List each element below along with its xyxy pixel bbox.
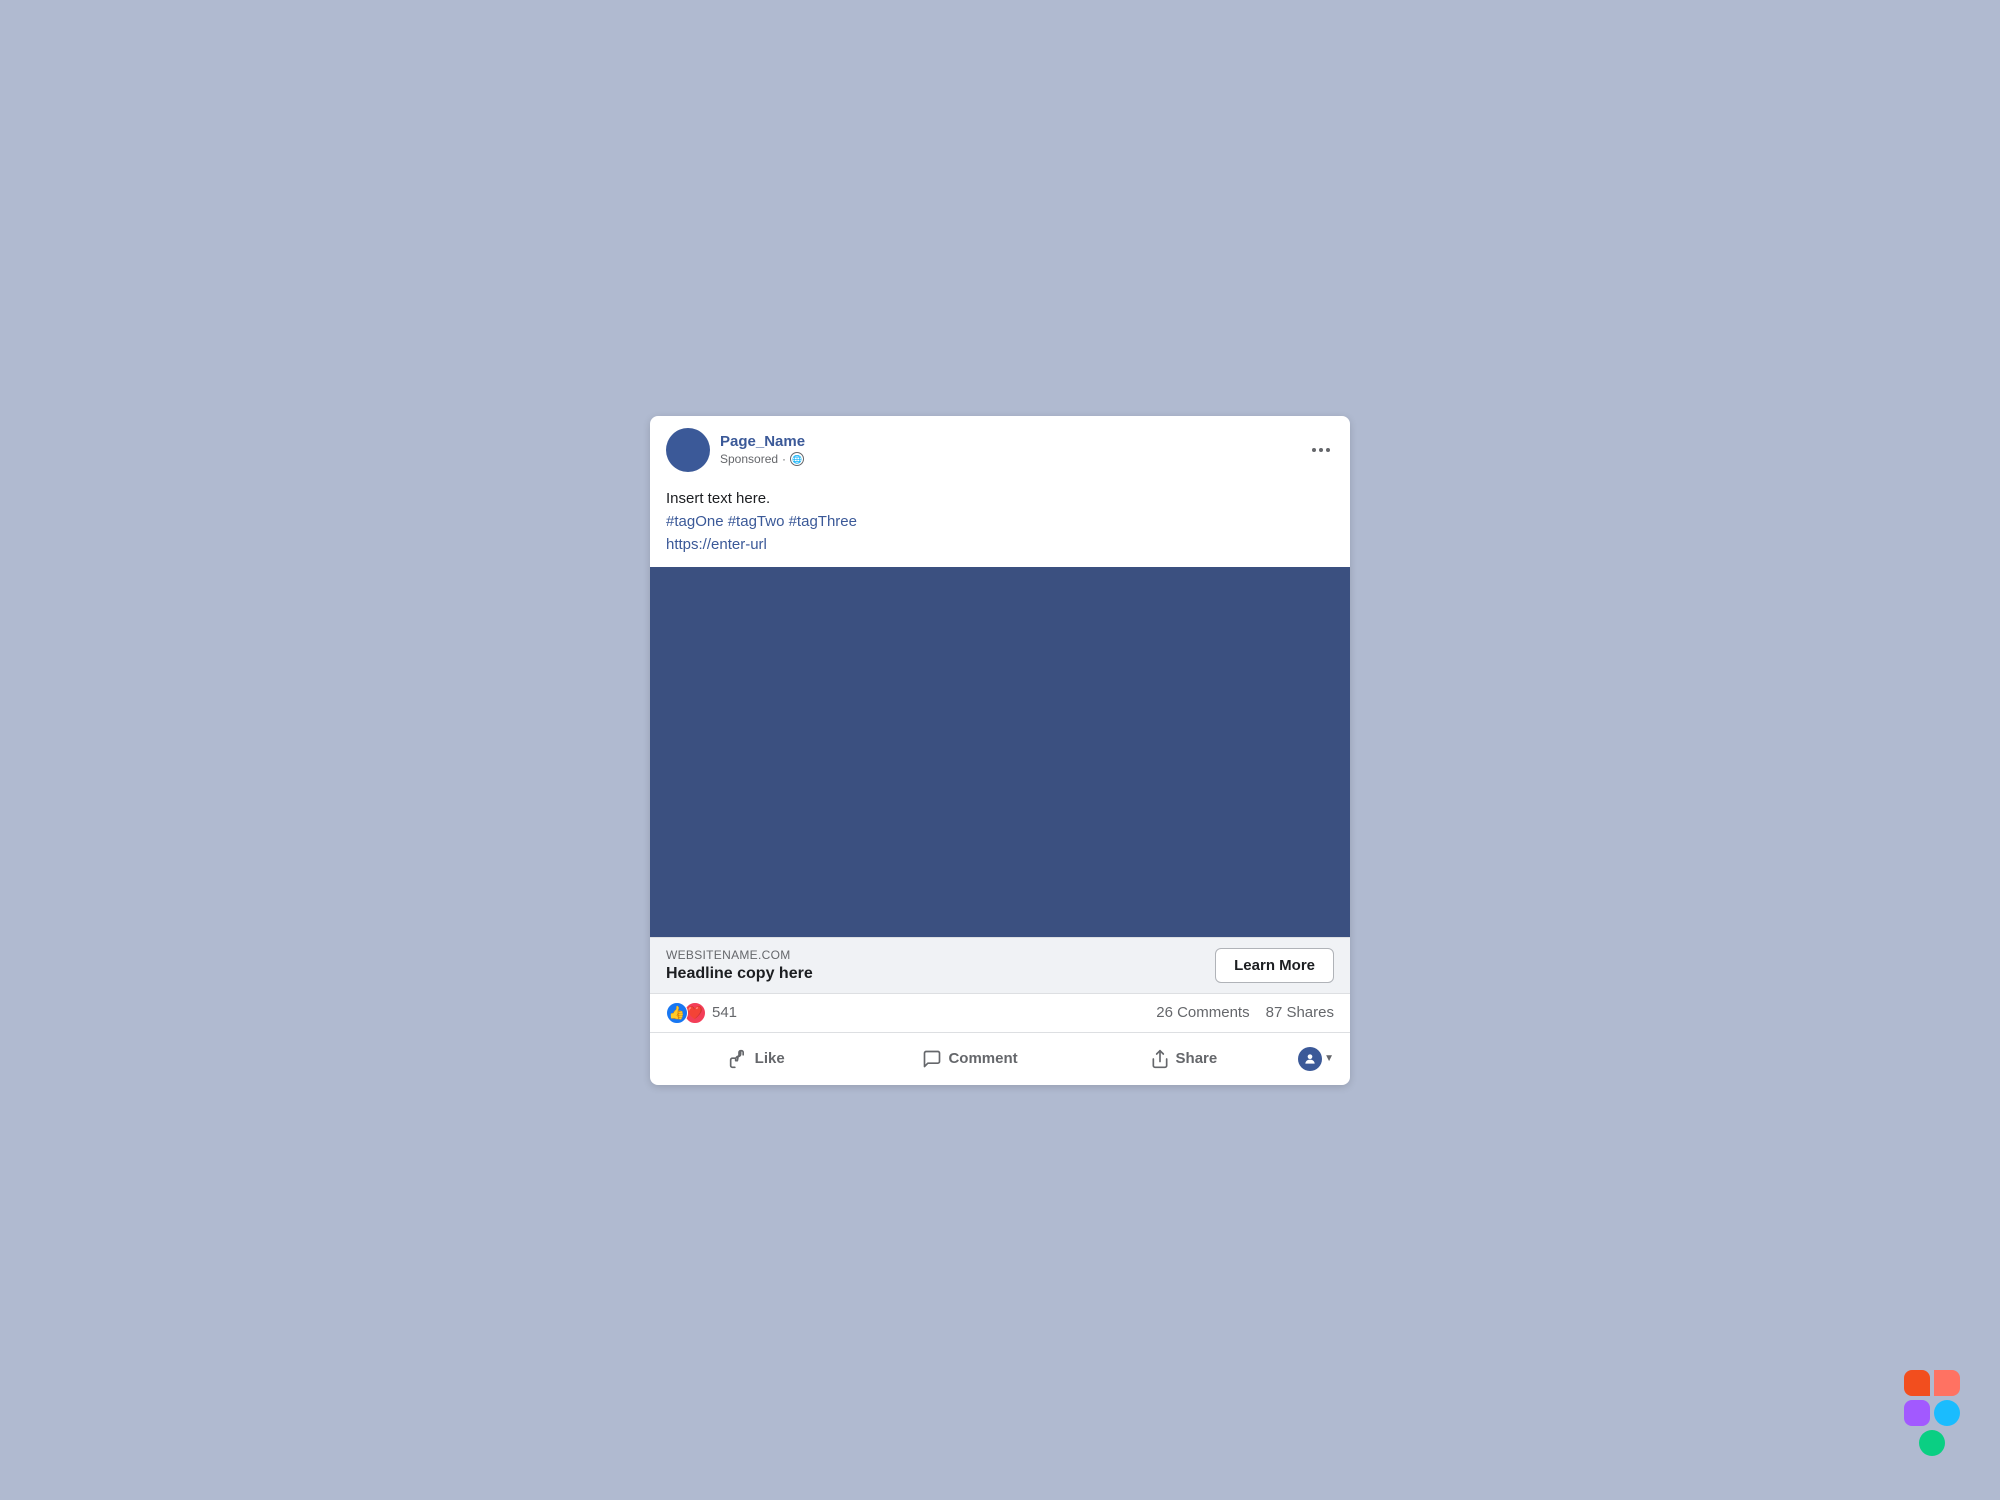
figma-logo <box>1904 1370 1960 1460</box>
comment-button[interactable]: Comment <box>863 1039 1076 1079</box>
action-bar: Like Comment Share ▼ <box>650 1032 1350 1085</box>
profile-mini-avatar <box>1298 1047 1322 1071</box>
sponsored-line: Sponsored · 🌐 <box>720 452 805 466</box>
sponsored-label: Sponsored <box>720 452 778 466</box>
post-text-area: Insert text here. #tagOne #tagTwo #tagTh… <box>650 482 1350 567</box>
like-icon <box>729 1049 749 1069</box>
figma-blue-shape <box>1934 1400 1960 1426</box>
profile-dropdown-button[interactable]: ▼ <box>1290 1037 1350 1081</box>
figma-red-shape <box>1904 1370 1930 1396</box>
comments-count[interactable]: 26 Comments <box>1156 1004 1249 1021</box>
post-body-text: Insert text here. <box>666 490 1334 507</box>
sponsored-dot: · <box>782 452 786 466</box>
figma-purple-shape <box>1904 1400 1930 1426</box>
link-headline: Headline copy here <box>666 965 813 983</box>
more-dot-3 <box>1326 448 1330 452</box>
comment-label: Comment <box>948 1050 1017 1067</box>
comment-icon <box>922 1049 942 1069</box>
shares-count[interactable]: 87 Shares <box>1266 1004 1334 1021</box>
share-icon <box>1150 1049 1170 1069</box>
figma-green-shape <box>1919 1430 1945 1456</box>
post-hashtags[interactable]: #tagOne #tagTwo #tagThree <box>666 513 1334 530</box>
like-label: Like <box>755 1050 785 1067</box>
post-url[interactable]: https://enter-url <box>666 536 1334 553</box>
figma-row-middle <box>1904 1400 1960 1426</box>
reaction-icons: 👍 ❤️ <box>666 1002 706 1024</box>
ad-image[interactable] <box>650 567 1350 937</box>
more-dot-1 <box>1312 448 1316 452</box>
page-avatar[interactable] <box>666 428 710 472</box>
globe-icon: 🌐 <box>790 452 804 466</box>
share-button[interactable]: Share <box>1077 1039 1290 1079</box>
figma-row-top <box>1904 1370 1960 1396</box>
link-preview-bar: WEBSITENAME.COM Headline copy here Learn… <box>650 937 1350 993</box>
like-reaction-icon: 👍 <box>666 1002 688 1024</box>
share-label: Share <box>1176 1050 1218 1067</box>
reactions-left: 👍 ❤️ 541 <box>666 1002 737 1024</box>
like-button[interactable]: Like <box>650 1039 863 1079</box>
reaction-count: 541 <box>712 1004 737 1021</box>
more-dot-2 <box>1319 448 1323 452</box>
page-name[interactable]: Page_Name <box>720 433 805 451</box>
link-info: WEBSITENAME.COM Headline copy here <box>666 948 813 983</box>
page-info: Page_Name Sponsored · 🌐 <box>666 428 805 472</box>
more-options-button[interactable] <box>1308 444 1334 456</box>
reactions-bar: 👍 ❤️ 541 26 Comments 87 Shares <box>650 993 1350 1032</box>
post-header: Page_Name Sponsored · 🌐 <box>650 416 1350 482</box>
page-meta: Page_Name Sponsored · 🌐 <box>720 433 805 466</box>
figma-orange-shape <box>1934 1370 1960 1396</box>
learn-more-button[interactable]: Learn More <box>1215 948 1334 983</box>
facebook-ad-card: Page_Name Sponsored · 🌐 Insert text here… <box>650 416 1350 1085</box>
link-domain: WEBSITENAME.COM <box>666 948 813 962</box>
chevron-down-icon: ▼ <box>1324 1053 1334 1064</box>
figma-row-bottom <box>1919 1430 1945 1456</box>
reactions-right: 26 Comments 87 Shares <box>1156 1004 1334 1021</box>
